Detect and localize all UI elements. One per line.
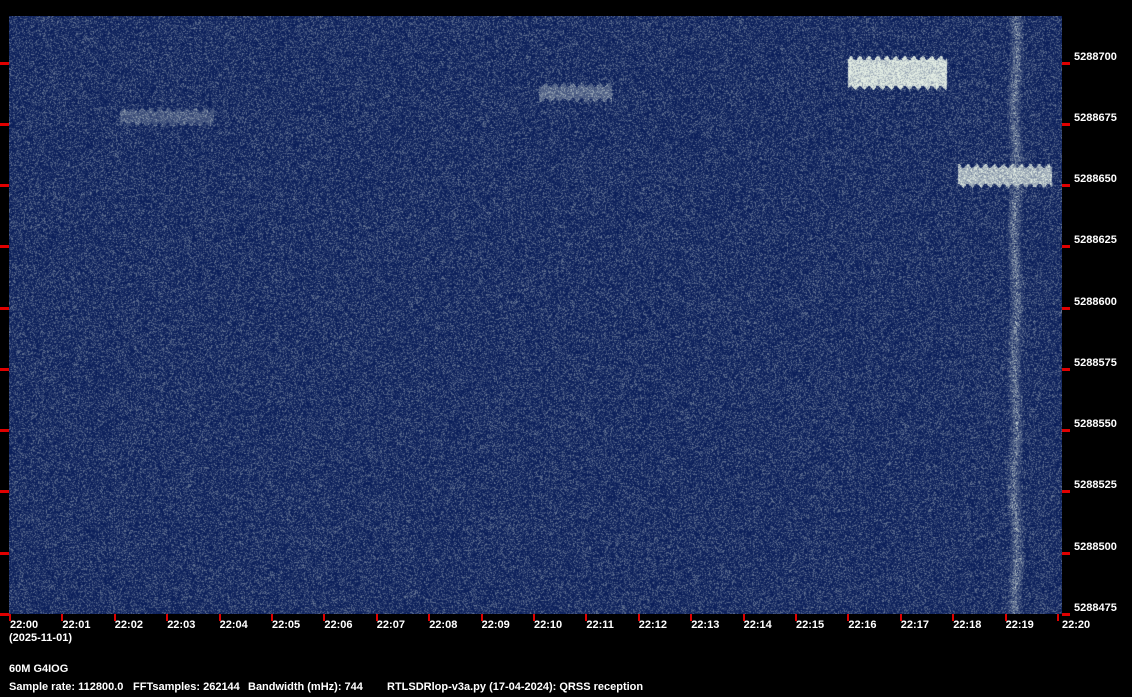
y-tick [1062, 62, 1070, 65]
x-tick-label: 22:10 [534, 619, 562, 631]
x-tick-label: 22:18 [953, 619, 981, 631]
x-tick-label: 22:01 [62, 619, 90, 631]
y-tick [0, 429, 9, 432]
x-tick-label: 22:15 [796, 619, 824, 631]
x-tick-label: 22:17 [901, 619, 929, 631]
bandwidth: Bandwidth (mHz): 744 [248, 681, 363, 693]
x-tick-label: 22:16 [848, 619, 876, 631]
x-tick-label: 22:03 [167, 619, 195, 631]
x-tick-label: 22:06 [324, 619, 352, 631]
x-tick-label: 22:02 [115, 619, 143, 631]
x-tick-label: 22:09 [482, 619, 510, 631]
y-tick [0, 245, 9, 248]
y-tick-label: 5288525 [1074, 479, 1117, 491]
y-tick [0, 368, 9, 371]
y-tick [1062, 613, 1070, 616]
y-tick [1062, 490, 1070, 493]
station-label: 60M G4IOG [9, 663, 68, 675]
x-tick-label: 22:04 [220, 619, 248, 631]
date-label: (2025-11-01) [9, 632, 72, 644]
x-tick-label: 22:08 [429, 619, 457, 631]
y-tick [0, 62, 9, 65]
x-tick-label: 22:14 [744, 619, 772, 631]
y-tick-label: 5288475 [1074, 602, 1117, 614]
fft-samples: FFTsamples: 262144 [133, 681, 240, 693]
y-tick [1062, 307, 1070, 310]
y-tick [0, 490, 9, 493]
y-tick [1062, 184, 1070, 187]
x-tick-label: 22:12 [639, 619, 667, 631]
y-tick-label: 5288675 [1074, 112, 1117, 124]
y-tick [1062, 429, 1070, 432]
x-tick-label: 22:07 [377, 619, 405, 631]
x-tick-label: 22:19 [1006, 619, 1034, 631]
y-tick-label: 5288650 [1074, 173, 1117, 185]
y-tick [0, 123, 9, 126]
spectrogram-plot [9, 16, 1062, 614]
y-tick [0, 307, 9, 310]
y-tick [1062, 368, 1070, 371]
y-tick [0, 184, 9, 187]
y-tick-label: 5288700 [1074, 51, 1117, 63]
y-tick-label: 5288575 [1074, 357, 1117, 369]
x-tick [1057, 614, 1059, 621]
x-tick-label: 22:13 [691, 619, 719, 631]
y-tick [1062, 123, 1070, 126]
y-tick-label: 5288500 [1074, 541, 1117, 553]
y-tick [1062, 552, 1070, 555]
y-tick [0, 552, 9, 555]
y-tick-label: 5288550 [1074, 418, 1117, 430]
x-tick-label: 22:05 [272, 619, 300, 631]
y-tick [1062, 245, 1070, 248]
y-tick-label: 5288600 [1074, 296, 1117, 308]
software-info: RTLSDRlop-v3a.py (17-04-2024): QRSS rece… [387, 681, 643, 693]
x-tick-label: 22:20 [1062, 619, 1090, 631]
x-tick-label: 22:11 [586, 619, 614, 631]
sample-rate: Sample rate: 112800.0 [9, 681, 123, 693]
y-tick [0, 613, 9, 616]
x-tick-label: 22:00 [10, 619, 38, 631]
y-tick-label: 5288625 [1074, 234, 1117, 246]
